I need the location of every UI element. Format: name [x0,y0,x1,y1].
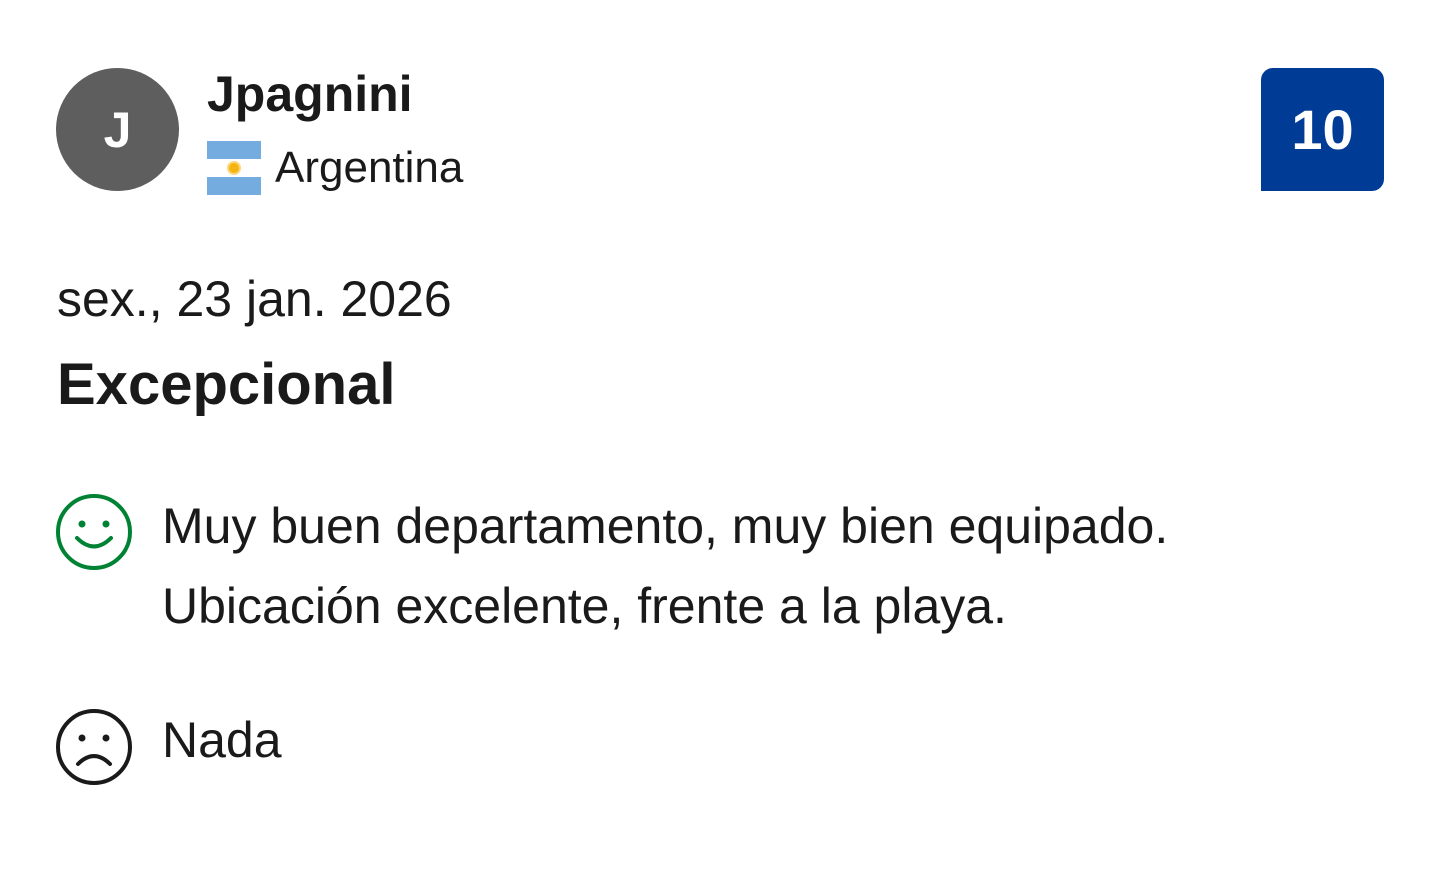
avatar-initial: J [103,101,132,158]
frown-icon [55,708,133,786]
avatar: J [56,68,179,191]
positive-comment-line: Ubicación excelente, frente a la playa. [162,578,1007,634]
argentina-flag-icon [207,141,261,195]
review-date: sex., 23 jan. 2026 [57,271,452,327]
score-value: 10 [1291,98,1354,161]
reviewer-name: Jpagnini [207,66,413,122]
positive-comment: Muy buen departamento, muy bien equipado… [162,486,1392,646]
reviewer-country: Argentina [207,140,463,196]
positive-comment-line: Muy buen departamento, muy bien equipado… [162,498,1169,554]
negative-comment: Nada [162,712,282,768]
score-badge: 10 [1261,68,1384,191]
review-title: Excepcional [57,352,396,417]
smile-icon [55,493,133,571]
country-name: Argentina [275,143,464,192]
review-card: J Jpagnini Argentina 10 sex., 23 jan. 20… [0,0,1440,894]
